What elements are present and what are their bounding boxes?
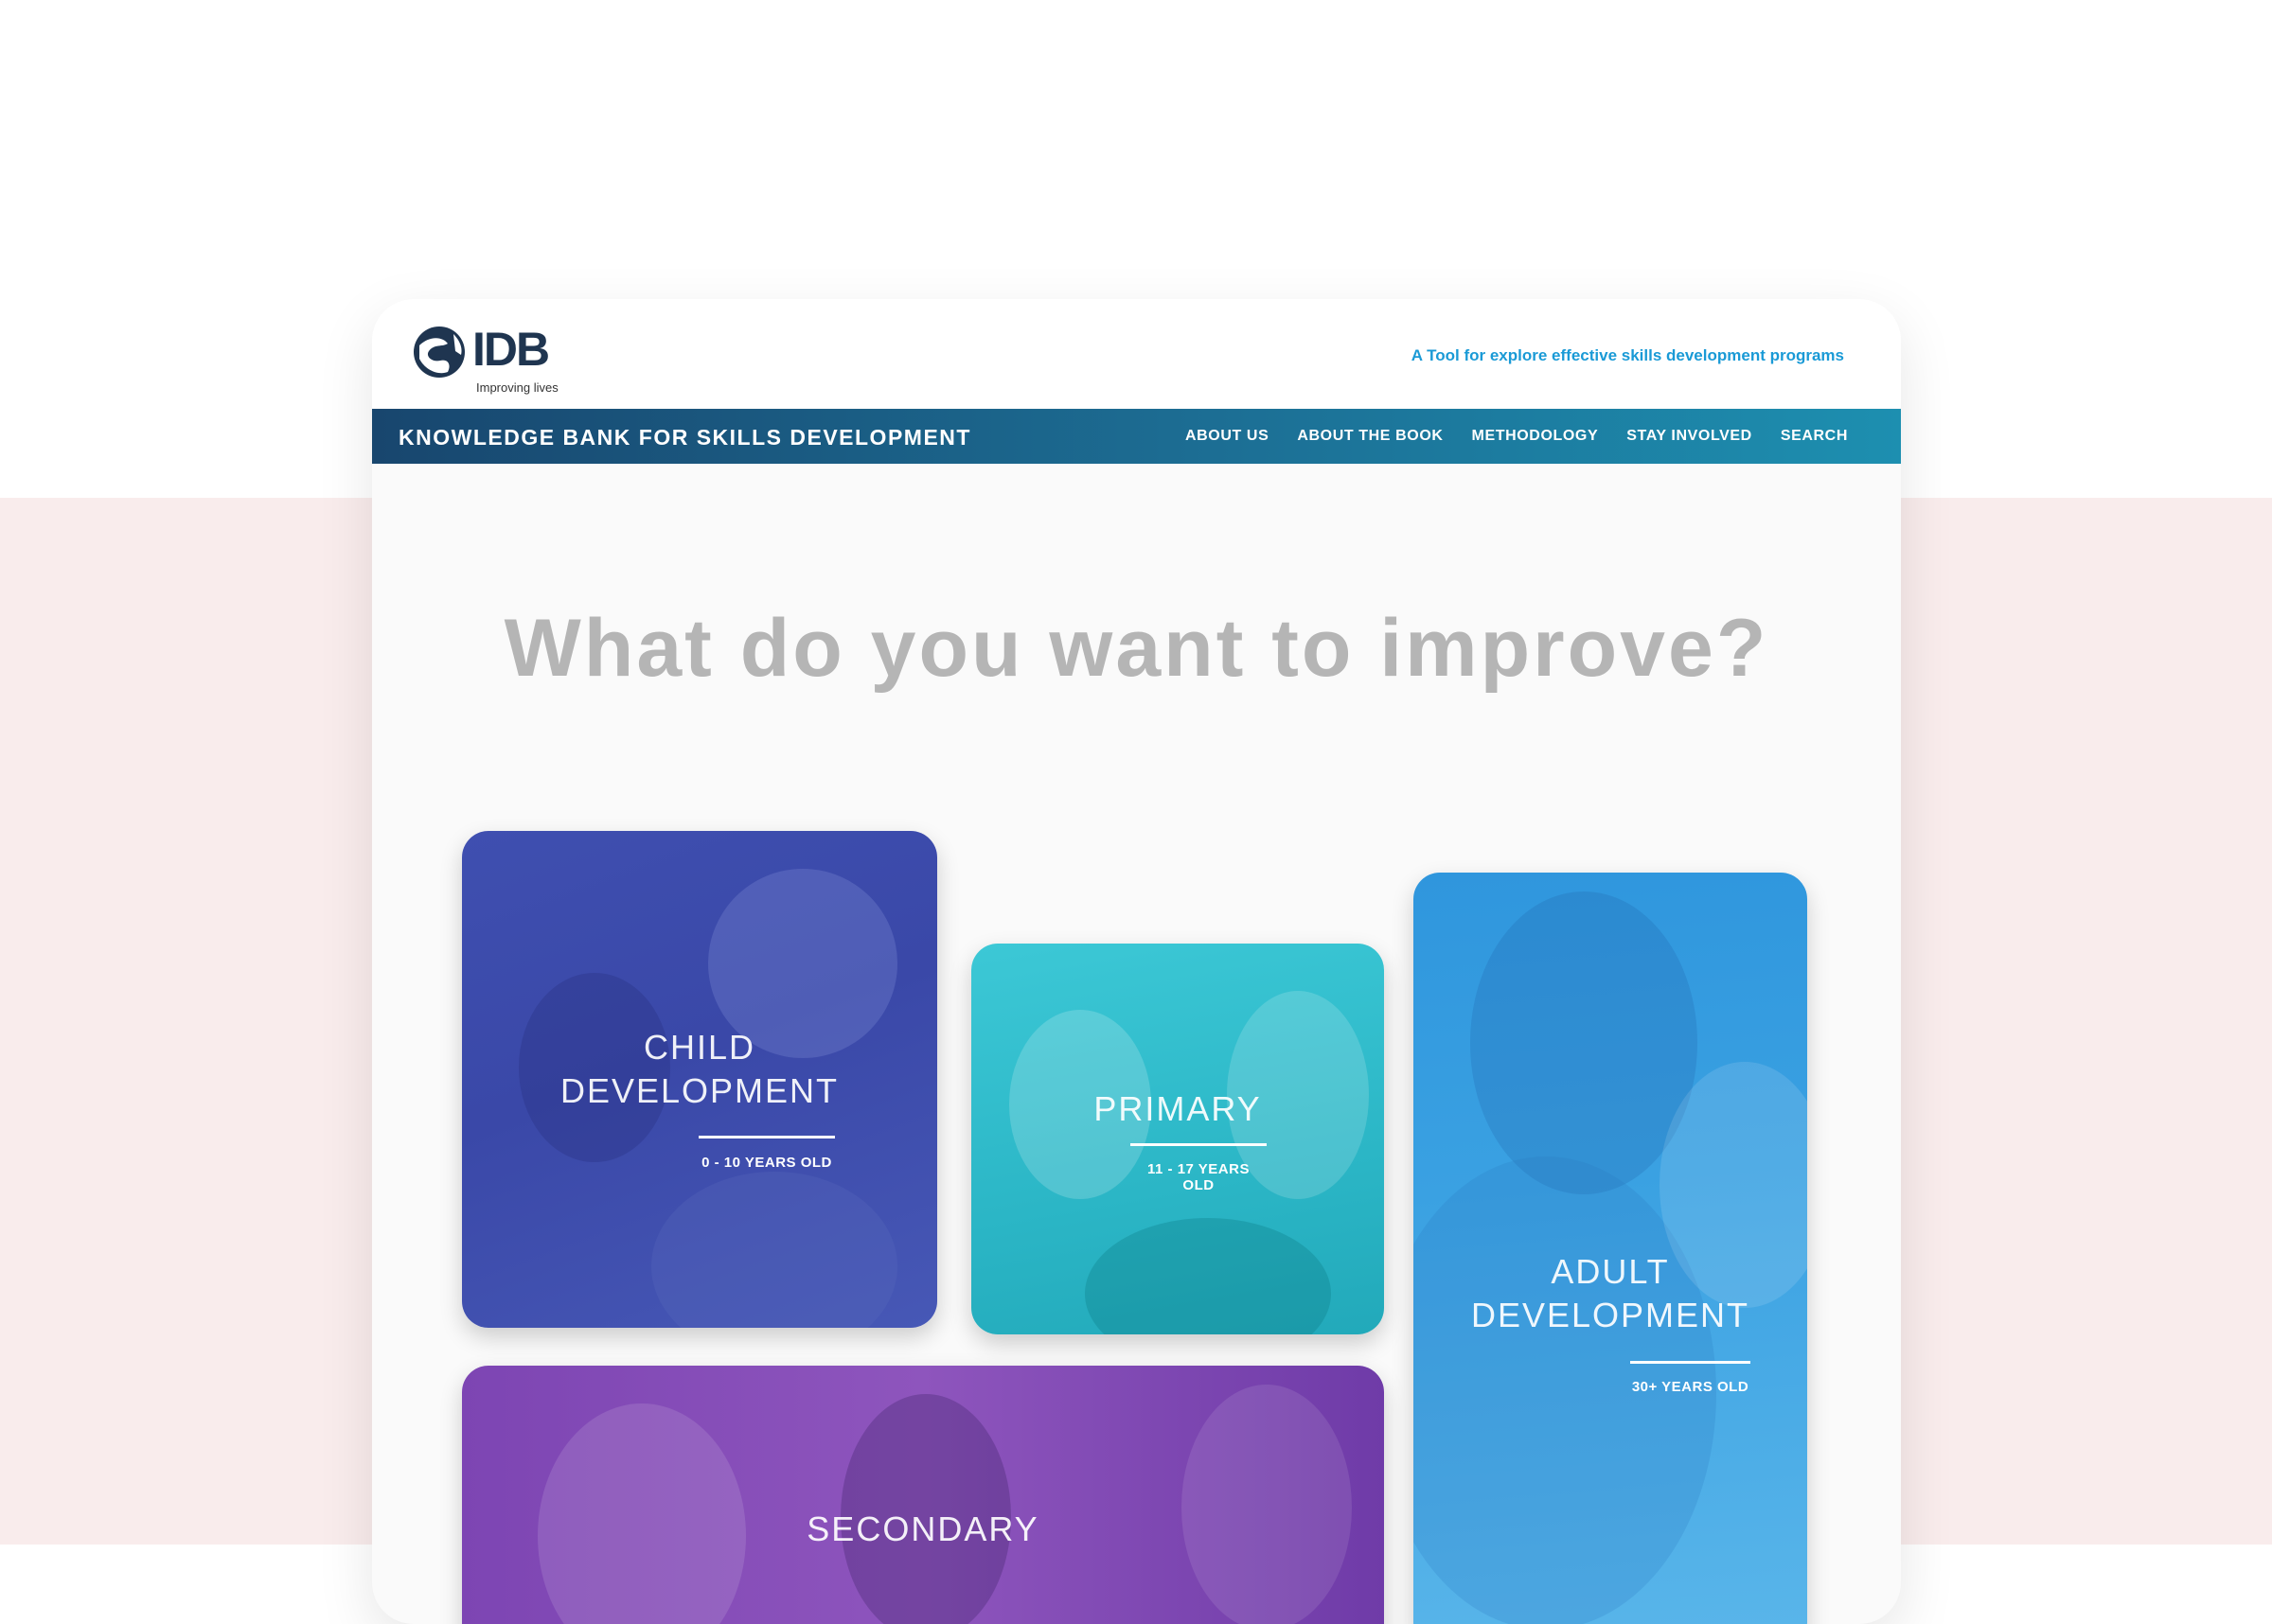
idb-logo[interactable]: IDB Improving lives <box>410 318 580 403</box>
globe-icon <box>414 327 465 378</box>
card-title: PRIMARY <box>1093 1089 1262 1128</box>
photo-overlay-shape <box>1085 1218 1331 1334</box>
top-header: IDB Improving lives A Tool for explore e… <box>372 299 1901 408</box>
nav-links: ABOUT US ABOUT THE BOOK METHODOLOGY STAY… <box>1185 409 1848 464</box>
card-title-line: CHILD <box>643 1028 756 1067</box>
main-navbar: KNOWLEDGE BANK FOR SKILLS DEVELOPMENT AB… <box>372 409 1901 464</box>
card-title: CHILD DEVELOPMENT <box>462 1026 937 1113</box>
card-age-range: 30+ YEARS OLD <box>1631 1379 1749 1395</box>
page-heading: What do you want to improve? <box>504 603 1769 694</box>
card-title-line: ADULT <box>1551 1252 1670 1291</box>
website-mockup: IDB Improving lives A Tool for explore e… <box>372 299 1901 1624</box>
nav-item-search[interactable]: SEARCH <box>1781 428 1848 445</box>
card-adult-development[interactable]: ADULT DEVELOPMENT 30+ YEARS OLD <box>1413 873 1807 1624</box>
title-divider <box>1630 1361 1750 1364</box>
site-title[interactable]: KNOWLEDGE BANK FOR SKILLS DEVELOPMENT <box>399 425 971 450</box>
title-divider <box>1130 1143 1267 1146</box>
card-primary[interactable]: PRIMARY 11 - 17 YEARS OLD <box>971 944 1384 1334</box>
title-divider <box>699 1136 835 1139</box>
tagline: A Tool for explore effective skills deve… <box>1411 346 1844 364</box>
card-secondary[interactable]: SECONDARY <box>462 1366 1384 1624</box>
card-age-range: 11 - 17 YEARS OLD <box>1147 1161 1250 1193</box>
photo-overlay-shape <box>651 1172 897 1328</box>
nav-item-methodology[interactable]: METHODOLOGY <box>1472 428 1599 445</box>
nav-item-about-the-book[interactable]: ABOUT THE BOOK <box>1297 428 1443 445</box>
card-age-range: 0 - 10 YEARS OLD <box>701 1155 832 1171</box>
card-child-development[interactable]: CHILD DEVELOPMENT 0 - 10 YEARS OLD <box>462 831 937 1328</box>
nav-item-about-us[interactable]: ABOUT US <box>1185 428 1269 445</box>
photo-overlay-shape <box>1181 1385 1352 1624</box>
logo-text: IDB <box>472 323 550 376</box>
card-title: SECONDARY <box>807 1509 1039 1548</box>
logo-subtext: Improving lives <box>476 380 559 395</box>
card-title-line: DEVELOPMENT <box>1470 1296 1750 1335</box>
nav-item-stay-involved[interactable]: STAY INVOLVED <box>1626 428 1752 445</box>
card-title-line: DEVELOPMENT <box>559 1071 840 1111</box>
card-title: ADULT DEVELOPMENT <box>1413 1250 1807 1337</box>
